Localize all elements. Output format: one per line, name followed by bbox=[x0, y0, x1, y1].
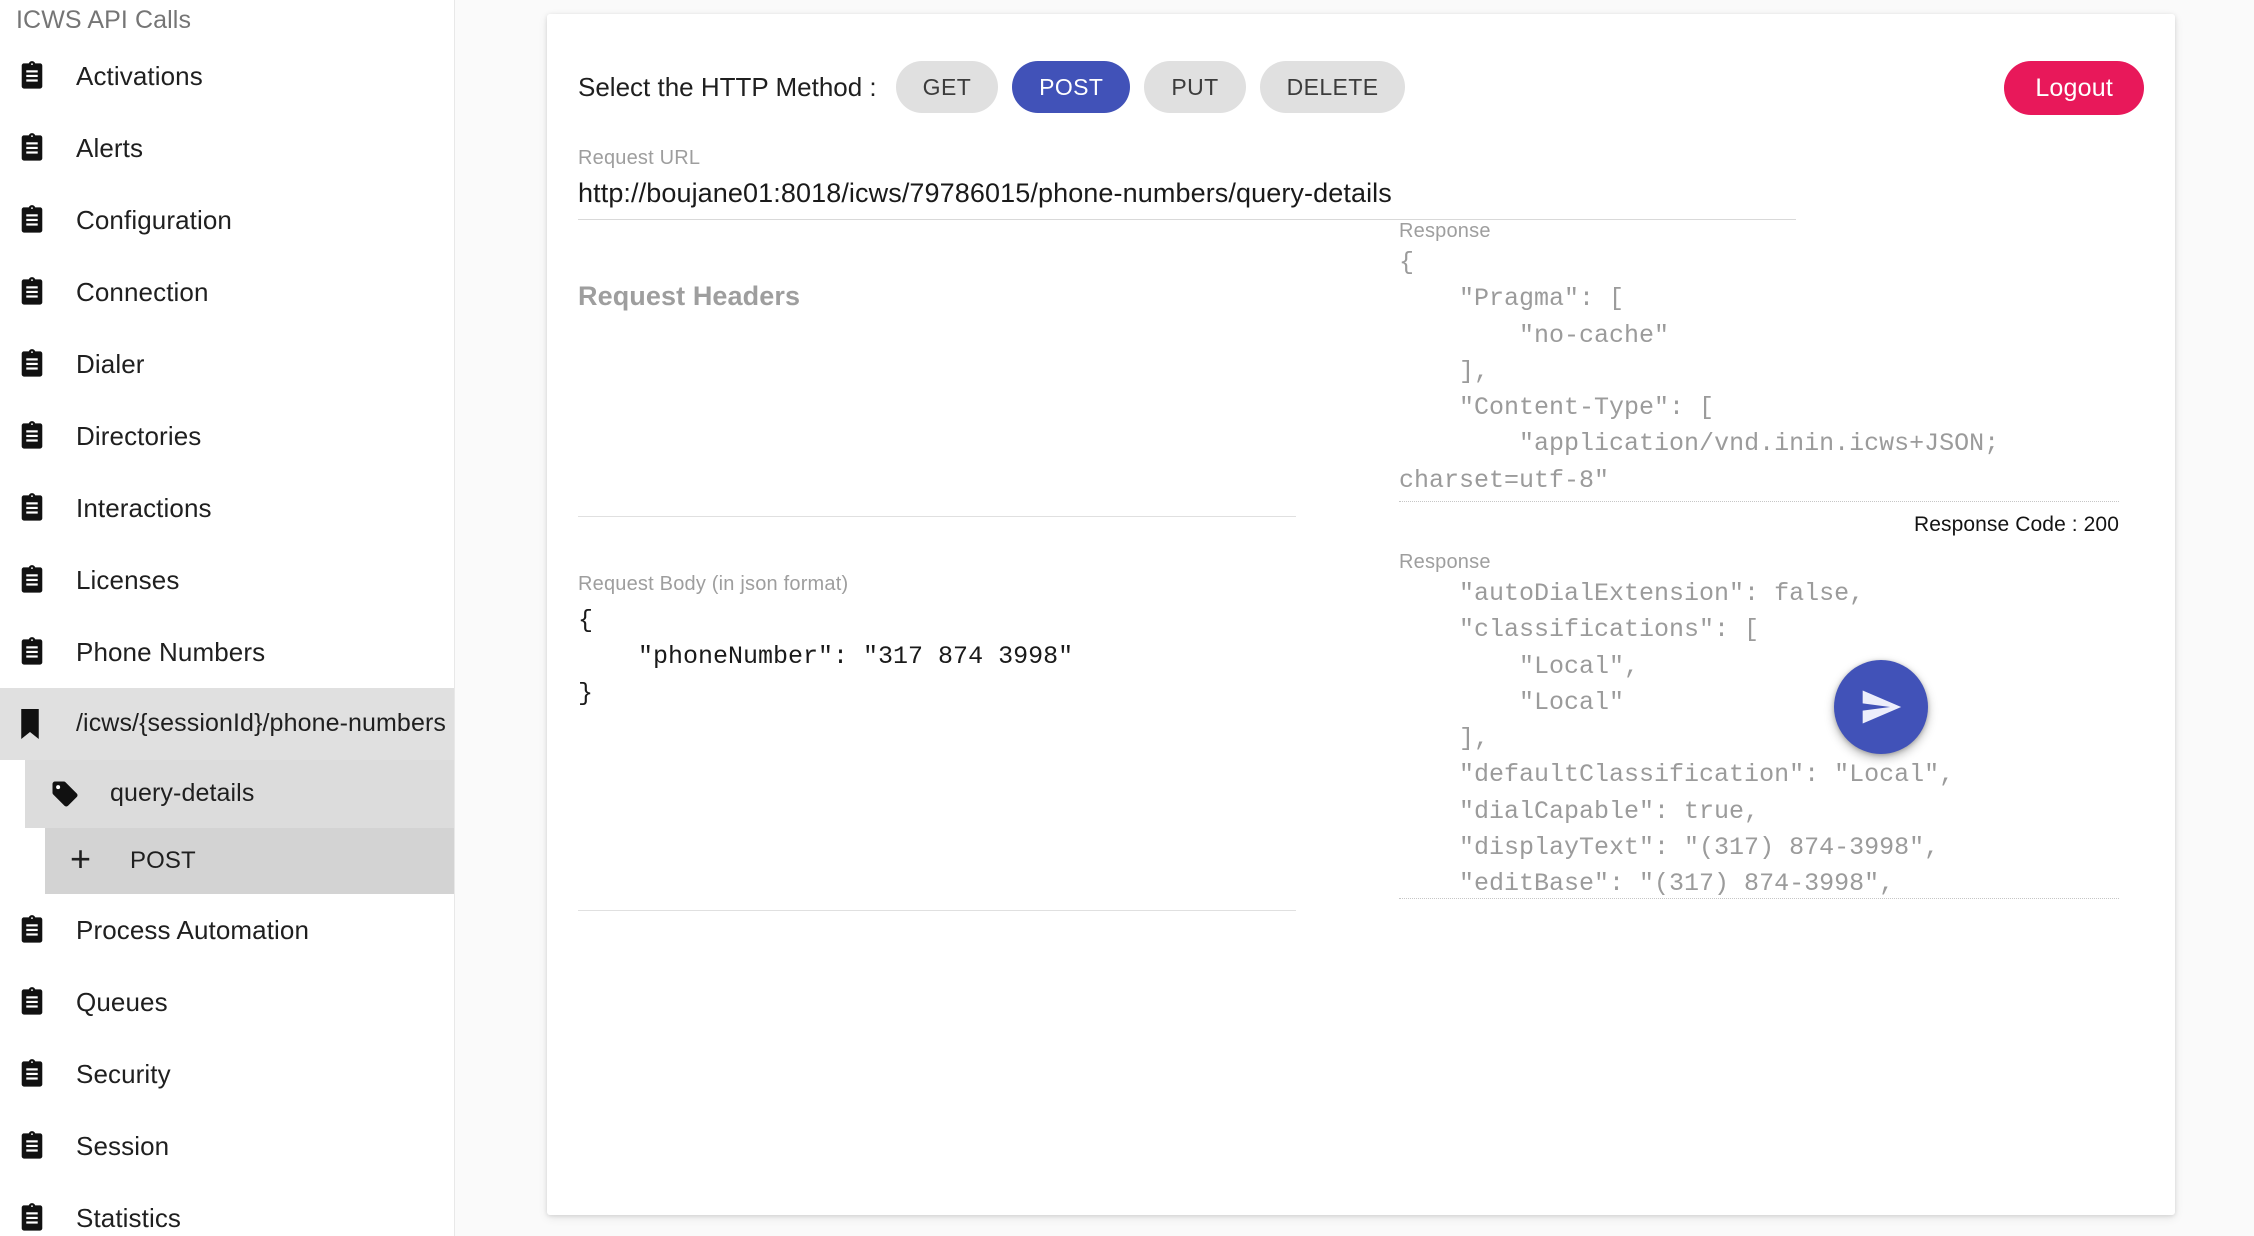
sidebar-item-label: Session bbox=[76, 1130, 170, 1161]
sidebar-item-label: /icws/{sessionId}/phone-numbers bbox=[76, 709, 446, 738]
response-body-value: "autoDialExtension": false, "classificat… bbox=[1459, 579, 1955, 898]
request-url-input[interactable] bbox=[578, 170, 1796, 220]
sidebar-item-interactions[interactable]: Interactions bbox=[0, 472, 454, 544]
sidebar-item-process-automation[interactable]: Process Automation bbox=[0, 894, 454, 966]
clipboard-icon bbox=[18, 914, 52, 946]
response-pane: Response { "Pragma": [ "no-cache" ], "Co… bbox=[1399, 220, 2119, 911]
sidebar-item-label: Process Automation bbox=[76, 914, 310, 945]
main-content-area: Select the HTTP Method : GET POST PUT DELET… bbox=[455, 0, 2254, 1236]
sidebar-item-query-details[interactable]: query-details bbox=[25, 760, 454, 828]
sidebar-item-statistics[interactable]: Statistics bbox=[0, 1182, 454, 1236]
method-pill-group: GET POST PUT DELETE bbox=[895, 61, 1420, 113]
sidebar-item-licenses[interactable]: Licenses bbox=[0, 544, 454, 616]
request-response-panes: Request Headers Request Body (in json fo… bbox=[547, 220, 2175, 911]
sidebar: ICWS API Calls Activations Alerts Configur… bbox=[0, 0, 455, 1236]
sidebar-item-phone-numbers[interactable]: Phone Numbers bbox=[0, 616, 454, 688]
clipboard-icon bbox=[18, 420, 52, 452]
clipboard-icon bbox=[18, 348, 52, 380]
clipboard-icon bbox=[18, 986, 52, 1018]
sidebar-item-label: Directories bbox=[76, 420, 202, 451]
sidebar-item-directories[interactable]: Directories bbox=[0, 400, 454, 472]
clipboard-icon bbox=[18, 564, 52, 596]
method-prompt-label: Select the HTTP Method : bbox=[578, 71, 877, 102]
response-headers-block: Response { "Pragma": [ "no-cache" ], "Co… bbox=[1399, 220, 2119, 502]
request-body-block[interactable]: Request Body (in json format) { "phoneNu… bbox=[578, 573, 1296, 911]
sidebar-item-label: Connection bbox=[76, 276, 209, 307]
method-pill-put[interactable]: PUT bbox=[1144, 61, 1246, 113]
method-pill-post[interactable]: POST bbox=[1012, 61, 1131, 113]
logout-button[interactable]: Logout bbox=[2004, 61, 2144, 115]
clipboard-icon bbox=[18, 204, 52, 236]
api-call-card: Select the HTTP Method : GET POST PUT DELET… bbox=[547, 14, 2175, 1215]
send-icon bbox=[1859, 685, 1903, 729]
clipboard-icon bbox=[18, 1202, 52, 1234]
response-headers-label: Response bbox=[1399, 220, 1491, 242]
clipboard-icon bbox=[18, 132, 52, 164]
clipboard-icon bbox=[18, 1130, 52, 1162]
sidebar-item-label: Activations bbox=[76, 60, 203, 91]
request-pane: Request Headers Request Body (in json fo… bbox=[578, 220, 1296, 911]
response-headers-value: { "Pragma": [ "no-cache" ], "Content-Typ… bbox=[1399, 248, 2000, 495]
sidebar-item-label: Statistics bbox=[76, 1202, 182, 1233]
app-root: ICWS API Calls Activations Alerts Configur… bbox=[0, 0, 2254, 1236]
clipboard-icon bbox=[18, 636, 52, 668]
sidebar-item-label: Security bbox=[76, 1058, 171, 1089]
sidebar-item-label: Queues bbox=[76, 986, 168, 1017]
sidebar-item-label: Configuration bbox=[76, 204, 232, 235]
method-pill-delete[interactable]: DELETE bbox=[1259, 61, 1406, 113]
sidebar-nav-list: Activations Alerts Configuration Connection… bbox=[0, 40, 454, 1236]
clipboard-icon bbox=[18, 492, 52, 524]
clipboard-icon bbox=[18, 276, 52, 308]
sidebar-item-label: Phone Numbers bbox=[76, 636, 266, 667]
sidebar-item-dialer[interactable]: Dialer bbox=[0, 328, 454, 400]
bookmark-icon bbox=[18, 709, 52, 739]
sidebar-item-activations[interactable]: Activations bbox=[0, 40, 454, 112]
http-method-toolbar: Select the HTTP Method : GET POST PUT DELET… bbox=[547, 14, 2175, 115]
clipboard-icon bbox=[18, 1058, 52, 1090]
request-headers-block[interactable]: Request Headers bbox=[578, 281, 1296, 517]
sidebar-item-label: query-details bbox=[110, 779, 255, 808]
sidebar-item-configuration[interactable]: Configuration bbox=[0, 184, 454, 256]
request-url-block: Request URL bbox=[578, 147, 1796, 220]
plus-icon: + bbox=[70, 838, 92, 879]
sidebar-item-label: Licenses bbox=[76, 564, 180, 595]
method-pill-get[interactable]: GET bbox=[895, 61, 999, 113]
sidebar-item-post[interactable]: + POST bbox=[45, 828, 454, 894]
request-headers-label: Request Headers bbox=[578, 281, 801, 311]
response-code-status: Response Code : 200 bbox=[1913, 513, 2119, 536]
sidebar-item-security[interactable]: Security bbox=[0, 1038, 454, 1110]
response-body-label: Response bbox=[1399, 551, 1491, 573]
response-body-block: Response "autoDialExtension": false, "cl… bbox=[1399, 551, 2119, 899]
tag-icon bbox=[50, 779, 84, 809]
sidebar-item-label: POST bbox=[130, 846, 196, 874]
request-body-label: Request Body (in json format) bbox=[578, 573, 849, 595]
request-body-value[interactable]: { "phoneNumber": "317 874 3998" } bbox=[578, 603, 1296, 712]
sidebar-item-icws-sessionid-phone-numbers[interactable]: /icws/{sessionId}/phone-numbers bbox=[0, 688, 454, 760]
sidebar-item-connection[interactable]: Connection bbox=[0, 256, 454, 328]
sidebar-item-label: Interactions bbox=[76, 492, 212, 523]
sidebar-item-session[interactable]: Session bbox=[0, 1110, 454, 1182]
clipboard-icon bbox=[18, 60, 52, 92]
sidebar-item-alerts[interactable]: Alerts bbox=[0, 112, 454, 184]
send-request-button[interactable] bbox=[1834, 660, 1928, 754]
sidebar-item-label: Dialer bbox=[76, 348, 145, 379]
sidebar-item-label: Alerts bbox=[76, 132, 144, 163]
sidebar-item-queues[interactable]: Queues bbox=[0, 966, 454, 1038]
sidebar-title: ICWS API Calls bbox=[16, 6, 192, 34]
request-url-label: Request URL bbox=[578, 147, 701, 169]
